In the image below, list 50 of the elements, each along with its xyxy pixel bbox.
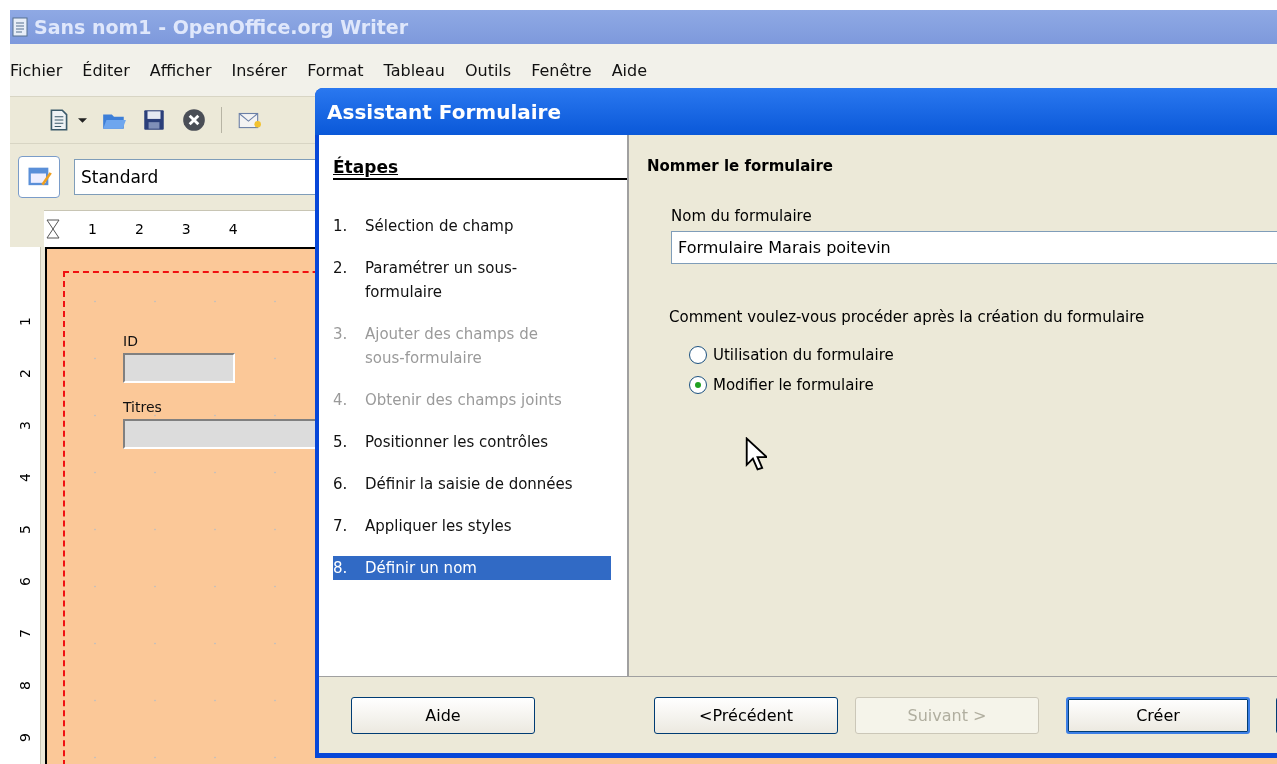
step-item[interactable]: 2. Paramétrer un sous-formulaire [333, 256, 611, 304]
ruler-number: 3 [16, 421, 34, 430]
ruler-number: 9 [16, 733, 34, 742]
menu-item[interactable]: Fenêtre [531, 60, 592, 80]
ruler-number: 5 [16, 525, 34, 534]
radio-button[interactable] [689, 376, 707, 394]
dialog-button[interactable]: Créer [1066, 696, 1250, 734]
ruler-number: 1 [88, 221, 97, 237]
menu-item[interactable]: Afficher [149, 60, 212, 80]
window-title: Sans nom1 - OpenOffice.org Writer [34, 16, 409, 38]
dialog-title: Assistant Formulaire [327, 99, 562, 124]
mouse-pointer-icon [745, 437, 767, 471]
form-label: Titres [123, 399, 162, 415]
menu-item[interactable]: Fichier [10, 60, 63, 80]
styles-button[interactable] [18, 156, 60, 198]
ruler-number: 2 [134, 221, 144, 237]
menu-item[interactable]: Tableau [383, 60, 445, 80]
steps-heading: Étapes [333, 157, 627, 180]
step-item[interactable]: 6. Définir la saisie de données [333, 472, 611, 496]
step-item[interactable]: 1. Sélection de champ [333, 214, 611, 238]
question-text: Comment voulez-vous procéder après la création du formulaire [669, 308, 1146, 326]
name-field[interactable]: Formulaire Marais poitevin [671, 231, 1277, 264]
ruler-number: 6 [16, 577, 34, 586]
step-item[interactable]: 7. Appliquer les styles [333, 514, 611, 538]
menu-item[interactable]: Éditer [82, 60, 130, 80]
ruler-number: 4 [16, 473, 34, 482]
ruler-number: 2 [16, 369, 34, 378]
radio-label[interactable]: Utilisation du formulaire [713, 346, 894, 364]
radio-label[interactable]: Modifier le formulaire [713, 376, 874, 394]
menu-item[interactable]: Format [307, 60, 364, 80]
ruler-number: 3 [181, 221, 191, 237]
form-field[interactable] [123, 353, 235, 383]
menu-item[interactable]: Aide [611, 60, 647, 80]
menu-item[interactable]: Insérer [231, 60, 288, 80]
step-item[interactable]: 8. Définir un nom [333, 556, 611, 580]
ruler-number: 4 [228, 221, 238, 237]
dialog-button[interactable]: Aide [351, 696, 535, 734]
ruler-number: 1 [16, 317, 34, 326]
dialog-button[interactable]: <Précédent [654, 696, 838, 734]
close-icon[interactable] [181, 107, 207, 133]
field-label: Nom du formulaire [671, 207, 813, 225]
radio-button[interactable] [689, 346, 707, 364]
section-title: Nommer le formulaire [647, 157, 834, 175]
menu-item[interactable]: Outils [464, 60, 512, 80]
document-icon [12, 17, 28, 37]
ruler-number: 8 [16, 681, 34, 690]
ruler-number: 7 [16, 629, 34, 638]
caret-icon[interactable] [78, 115, 87, 125]
step-item[interactable]: 5. Positionner les contrôles [333, 430, 611, 454]
form-label: ID [123, 333, 138, 349]
